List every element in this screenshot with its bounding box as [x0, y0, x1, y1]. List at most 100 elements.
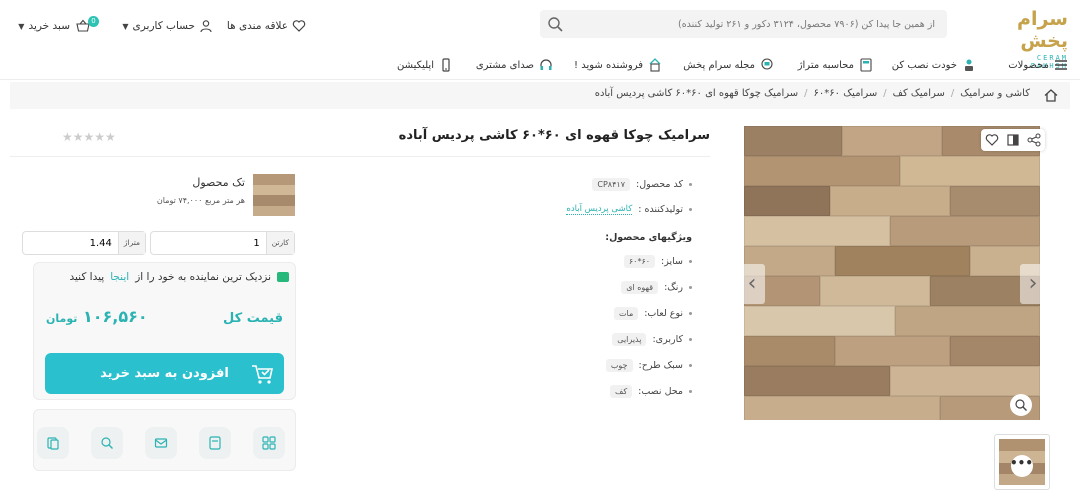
feature-icons — [33, 409, 296, 471]
image-tools — [981, 129, 1045, 151]
bullet — [689, 208, 692, 211]
chevron-down-icon: ▼ — [18, 21, 25, 31]
nav-label: فروشنده شوید ! — [574, 59, 643, 71]
bullet — [689, 183, 692, 186]
single-product-title: تک محصول — [192, 176, 245, 189]
product-code-value: CP۸۴۱۷ — [592, 178, 630, 191]
nav-calculator[interactable]: محاسبه متراژ — [798, 58, 873, 72]
carton-quantity-input[interactable] — [151, 232, 266, 254]
spec-row: سایز: ۶۰*۶۰ — [623, 255, 692, 268]
product-thumbnail[interactable]: ••• — [994, 434, 1050, 490]
product-image[interactable] — [744, 126, 1040, 420]
single-product-option[interactable]: تک محصول هر متر مربع ۷۴,۰۰۰ تومان — [145, 174, 295, 220]
favorites-link[interactable]: علاقه مندی ها — [227, 18, 306, 34]
breadcrumb-item[interactable]: کاشی و سرامیک — [960, 88, 1030, 99]
breadcrumb-separator: / — [950, 88, 955, 99]
calculator-icon — [209, 436, 221, 450]
total-price-label: قیمت کل — [223, 311, 283, 326]
nearest-agent-link[interactable]: اینجا — [110, 271, 129, 283]
compare-icon[interactable] — [1006, 133, 1020, 147]
nav-label: اپلیکیشن — [397, 59, 434, 71]
wood-plank — [895, 306, 1040, 336]
wood-plank — [835, 336, 950, 366]
cart-check-icon — [252, 365, 273, 384]
maker-row: تولیدکننده : کاشی پردیس آباده — [566, 204, 692, 215]
spec-label: نوع لعاب: — [644, 308, 683, 319]
nav-customer-voice[interactable]: صدای مشتری — [476, 58, 553, 72]
rating-stars[interactable]: ★★★★★ — [62, 130, 116, 144]
wood-plank — [835, 246, 970, 276]
search-icon — [101, 437, 113, 449]
nav-label: صدای مشتری — [475, 59, 534, 71]
feature-item[interactable] — [253, 427, 285, 459]
feature-item[interactable] — [199, 427, 231, 459]
logo-text: سرام پخش — [1017, 8, 1069, 52]
heart-icon[interactable] — [985, 133, 999, 147]
spec-row: سبک طرح: چوب — [605, 359, 692, 372]
hamburger-icon — [1055, 60, 1067, 70]
single-product-price: هر متر مربع ۷۴,۰۰۰ تومان — [156, 196, 245, 205]
total-price-value: ۱۰۶,۵۶۰ — [82, 307, 148, 326]
nav-label: مجله سرام پخش — [683, 59, 755, 71]
add-to-cart-button[interactable]: افزودن به سبد خرید — [45, 353, 284, 394]
wood-plank — [744, 336, 835, 366]
wood-plank — [744, 216, 890, 246]
spec-value: کف — [610, 385, 633, 398]
product-title: سرامیک چوکا قهوه ای ۶۰*۶۰ کاشی پردیس آبا… — [398, 128, 710, 143]
breadcrumb-item[interactable]: سرامیک ۶۰*۶۰ — [814, 88, 878, 99]
area-input[interactable] — [23, 232, 118, 254]
nav-label: محصولات — [1008, 59, 1049, 71]
next-image-arrow[interactable]: ‹ — [1020, 264, 1046, 304]
main-nav: محصولات خودت نصب کن محاسبه متراژ مجله سر… — [0, 52, 1080, 80]
wood-plank — [744, 156, 900, 186]
cart-button[interactable]: 0 سبد خرید ▼ — [18, 16, 99, 34]
nearest-agent-text-end: پیدا کنید — [69, 271, 105, 283]
share-icon[interactable] — [1027, 133, 1041, 147]
wood-plank — [744, 366, 890, 396]
breadcrumb-separator: / — [883, 88, 887, 99]
title-divider — [10, 156, 710, 157]
more-images-icon[interactable]: ••• — [1010, 455, 1033, 477]
nav-label: خودت نصب کن — [891, 59, 957, 71]
account-menu[interactable]: حساب کاربری ▼ — [122, 18, 213, 34]
cart-label: سبد خرید — [28, 20, 70, 32]
nav-become-seller[interactable]: فروشنده شوید ! — [574, 58, 662, 72]
spec-value: چوب — [605, 359, 633, 372]
area-field: متراژ — [22, 231, 146, 255]
spec-label: رنگ: — [664, 282, 683, 293]
nearest-agent-text: نزدیک ترین نماینده به خود را از — [135, 271, 271, 283]
search-icon[interactable] — [546, 15, 564, 33]
wood-plank — [890, 366, 1040, 396]
user-icon — [200, 20, 212, 33]
wood-plank — [900, 156, 1040, 186]
calculator-icon — [860, 58, 872, 72]
favorites-label: علاقه مندی ها — [226, 20, 288, 32]
prev-image-arrow[interactable]: › — [739, 264, 765, 304]
wood-plank — [950, 186, 1040, 216]
wood-plank — [950, 336, 1040, 366]
home-icon[interactable] — [1044, 89, 1058, 102]
maker-link[interactable]: کاشی پردیس آباده — [566, 204, 633, 215]
feature-item[interactable] — [37, 427, 69, 459]
carton-unit: کارتن — [265, 232, 294, 254]
nav-diy[interactable]: خودت نصب کن — [892, 58, 976, 72]
zoom-button[interactable] — [1010, 394, 1032, 416]
nearest-agent: نزدیک ترین نماینده به خود را از اینجا پی… — [69, 271, 289, 283]
search-input[interactable] — [567, 10, 947, 38]
breadcrumb-item[interactable]: سرامیک کف — [893, 88, 945, 99]
nav-magazine[interactable]: مجله سرام پخش — [683, 58, 774, 72]
site-logo[interactable]: سرام پخش CERAM PAKHSH — [996, 8, 1069, 70]
specs-title: ویژگیهای محصول: — [605, 232, 692, 243]
feature-item[interactable] — [91, 427, 123, 459]
nav-products[interactable]: محصولات — [1008, 58, 1068, 72]
store-icon — [277, 272, 289, 282]
chevron-down-icon: ▼ — [122, 21, 129, 31]
feature-item[interactable] — [145, 427, 177, 459]
bullet — [689, 390, 692, 393]
mail-icon — [154, 438, 168, 448]
nav-application[interactable]: اپلیکیشن — [397, 58, 453, 72]
total-price: ۱۰۶,۵۶۰ تومان — [46, 307, 148, 326]
wood-plank — [744, 186, 830, 216]
bullet — [689, 312, 692, 315]
maker-label: تولیدکننده : — [638, 204, 683, 215]
